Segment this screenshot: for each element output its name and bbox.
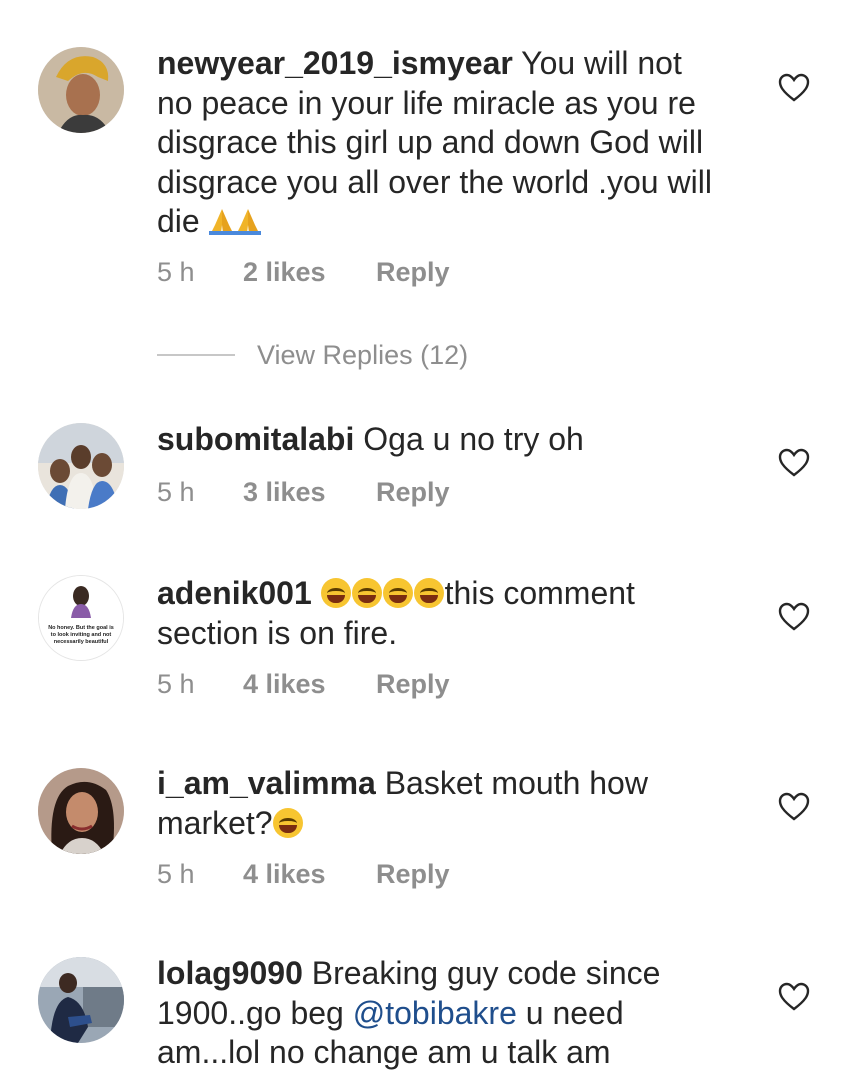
reply-button[interactable]: Reply	[376, 257, 450, 288]
like-heart-icon[interactable]	[778, 73, 810, 103]
avatar[interactable]	[38, 423, 124, 509]
likes-count[interactable]: 4 likes	[243, 669, 376, 700]
comment-time: 5 h	[157, 476, 195, 507]
view-replies-button[interactable]: View Replies (12)	[157, 338, 468, 372]
comment-meta: 5 h 4 likes Reply	[157, 667, 450, 701]
comment-meta: 5 h 4 likes Reply	[157, 857, 450, 891]
comment-username[interactable]: newyear_2019_ismyear	[157, 45, 513, 81]
comment-username[interactable]: lolag9090	[157, 955, 303, 991]
like-heart-icon[interactable]	[778, 982, 810, 1012]
like-heart-icon[interactable]	[778, 792, 810, 822]
comment-text: lolag9090 Breaking guy code since 1900..…	[157, 955, 661, 1070]
reply-button[interactable]: Reply	[376, 669, 450, 700]
avatar[interactable]	[38, 957, 124, 1043]
comment-username[interactable]: i_am_valimma	[157, 765, 376, 801]
laughing-emoji-icon	[413, 578, 444, 608]
mention-link[interactable]: @tobibakre	[353, 995, 517, 1031]
comment-text: subomitalabi Oga u no try oh	[157, 421, 584, 457]
reply-button[interactable]: Reply	[376, 859, 450, 890]
reply-button[interactable]: Reply	[376, 477, 450, 508]
avatar[interactable]	[38, 47, 124, 133]
praying-hands-icon	[234, 209, 261, 235]
likes-count[interactable]: 2 likes	[243, 257, 376, 288]
laughing-emoji-icon	[351, 578, 382, 608]
divider	[157, 354, 235, 356]
comment-text: adenik001 this comment section is on fir…	[157, 575, 635, 651]
avatar[interactable]: No honey. But the goal is to look inviti…	[38, 575, 124, 661]
comment-time: 5 h	[157, 256, 195, 287]
laughing-emoji-icon	[382, 578, 413, 608]
comment-time: 5 h	[157, 668, 195, 699]
comment-username[interactable]: subomitalabi	[157, 421, 354, 457]
avatar[interactable]	[38, 768, 124, 854]
comment-meta: 5 h 2 likes Reply	[157, 255, 450, 289]
like-heart-icon[interactable]	[778, 602, 810, 632]
svg-text:necessarily beautiful: necessarily beautiful	[54, 639, 109, 645]
likes-count[interactable]: 4 likes	[243, 859, 376, 890]
comment-username[interactable]: adenik001	[157, 575, 312, 611]
comment-meta: 5 h 3 likes Reply	[157, 475, 450, 509]
laughing-emoji-icon	[272, 807, 303, 838]
likes-count[interactable]: 3 likes	[243, 477, 376, 508]
comment-text: i_am_valimma Basket mouth how market?	[157, 765, 648, 841]
like-heart-icon[interactable]	[778, 448, 810, 478]
praying-hands-icon	[208, 209, 235, 235]
comment-text: newyear_2019_ismyear You will not no pea…	[157, 45, 712, 239]
laughing-emoji-icon	[320, 578, 351, 608]
comment-time: 5 h	[157, 858, 195, 889]
svg-text:to look inviting and not: to look inviting and not	[51, 632, 112, 638]
svg-text:No honey. But the goal is: No honey. But the goal is	[48, 625, 114, 631]
